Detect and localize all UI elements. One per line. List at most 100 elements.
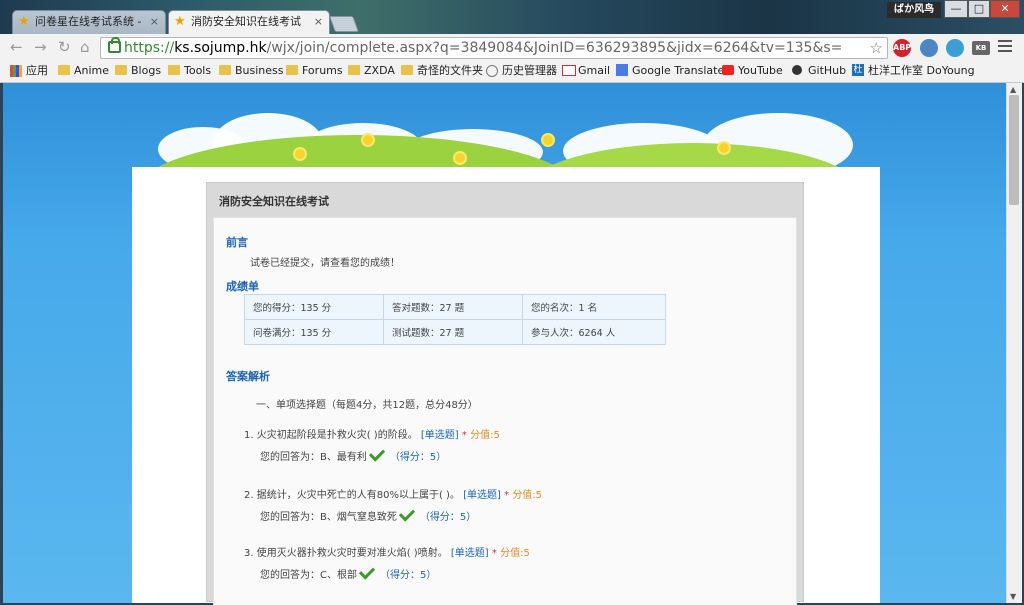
question-type-label: [单选题]: [420, 430, 459, 441]
score-label: （得分：5）: [419, 512, 477, 523]
exam-panel: 消防安全知识在线考试 前言 试卷已经提交，请查看您的成绩！ 成绩单 您的得分：1…: [206, 182, 804, 605]
folder-icon: [168, 65, 180, 75]
part-title: 一、单项选择题（每题4分，共12题，总分48分）: [256, 400, 478, 411]
answer-1: 您的回答为：B、最有利 （得分：5）: [260, 445, 447, 463]
back-button[interactable]: ←: [10, 39, 23, 55]
scroll-up-arrow-icon[interactable]: ▲: [1010, 85, 1016, 94]
score-label: （得分：5）: [379, 570, 437, 581]
address-bar[interactable]: https://ks.sojump.hk/wjx/join/complete.a…: [100, 37, 888, 59]
folder-icon: [115, 65, 127, 75]
tab-fire-safety-exam[interactable]: ★ 消防安全知识在线考试--问卷 ×: [168, 10, 330, 34]
url-text[interactable]: https://ks.sojump.hk/wjx/join/complete.a…: [124, 39, 842, 57]
tab-title: 问卷星在线考试系统 - 免费: [35, 15, 145, 28]
exam-title: 消防安全知识在线考试: [219, 195, 329, 208]
doyoung-icon: 杜: [852, 64, 864, 76]
bookmark-blogs[interactable]: Blogs: [115, 63, 161, 79]
table-row: 问卷满分：135 分 测试题数：27 题 参与人次：6264 人: [244, 319, 666, 345]
correct-check-icon: [368, 445, 386, 462]
bookmark-google-translate[interactable]: Google Translate: [616, 63, 724, 79]
apps-grid-icon: [10, 65, 22, 77]
question-type-label: [单选题]: [450, 548, 489, 559]
minimize-button[interactable]: —: [944, 0, 968, 18]
question-type-label: [单选题]: [463, 490, 501, 501]
question-3: 3. 使用灭火器扑救火灾时要对准火焰( )喷射。 [单选题] * 分值:5: [244, 548, 530, 559]
maximize-button[interactable]: □: [968, 0, 990, 18]
scrollbar-thumb[interactable]: [1009, 95, 1019, 205]
title-bar: ★ 问卷星在线考试系统 - 免费 × ★ 消防安全知识在线考试--问卷 × ばか…: [0, 0, 1024, 34]
score-table: 您的得分：135 分 答对题数：27 题 您的名次：1 名 问卷满分：135 分…: [244, 294, 666, 345]
folder-icon: [401, 65, 413, 75]
scroll-down-arrow-icon[interactable]: ▼: [1010, 592, 1016, 601]
tab-title: 消防安全知识在线考试--问卷: [191, 15, 301, 28]
points-label: 分值:5: [470, 430, 500, 441]
score-cell: 您的得分：135 分: [244, 294, 384, 320]
lock-icon: [108, 37, 121, 53]
result-content: 前言 试卷已经提交，请查看您的成绩！ 成绩单 您的得分：135 分 答对题数：2…: [213, 217, 797, 605]
bookmark-business[interactable]: Business: [219, 63, 284, 79]
globe-extension-icon[interactable]: [920, 39, 938, 57]
flower-decoration: [455, 153, 465, 163]
folder-icon: [219, 65, 231, 75]
close-window-button[interactable]: ✕: [990, 0, 1020, 18]
bookmark-star-icon[interactable]: ☆: [870, 38, 883, 58]
bookmark-anime[interactable]: Anime: [58, 63, 109, 79]
tab-favicon-star-icon: ★: [174, 14, 186, 29]
forward-button[interactable]: →: [34, 39, 47, 55]
question-2: 2. 据统计，火灾中死亡的人有80%以上属于( )。 [单选题] * 分值:5: [244, 490, 543, 501]
correct-check-icon: [358, 563, 376, 580]
history-icon: [486, 65, 498, 77]
points-label: 分值:5: [512, 490, 543, 501]
answer-3: 您的回答为：C、根部 （得分：5）: [260, 563, 437, 581]
browser-window: ★ 问卷星在线考试系统 - 免费 × ★ 消防安全知识在线考试--问卷 × ばか…: [0, 0, 1024, 605]
bookmark-gmail[interactable]: Gmail: [562, 63, 610, 79]
correct-count-cell: 答对题数：27 题: [383, 294, 523, 320]
flower-decoration: [543, 135, 553, 145]
rank-cell: 您的名次：1 名: [522, 294, 666, 320]
bookmarks-bar: 应用 Anime Blogs Tools Business Forums ZXD…: [0, 60, 1024, 83]
preface-heading: 前言: [226, 236, 248, 249]
github-icon: [792, 65, 802, 75]
vertical-scrollbar[interactable]: ▲ ▼: [1006, 83, 1022, 603]
bookmark-doyoung[interactable]: 杜杜洋工作室 DoYoung: [852, 63, 1018, 79]
question-1: 1. 火灾初起阶段是扑救火灾( )的阶段。 [单选题] * 分值:5: [244, 430, 500, 441]
new-tab-button[interactable]: [329, 16, 359, 32]
flower-decoration: [719, 143, 729, 153]
bookmark-zxda[interactable]: ZXDA: [348, 63, 395, 79]
menu-hamburger-icon[interactable]: [998, 40, 1012, 55]
bookmark-history-manager[interactable]: 历史管理器: [486, 63, 557, 79]
gmail-icon: [562, 65, 576, 76]
answer-2: 您的回答为：B、烟气窒息致死 （得分：5）: [260, 505, 477, 523]
adblock-extension-icon[interactable]: ABP: [893, 39, 911, 57]
tab-exam-system[interactable]: ★ 问卷星在线考试系统 - 免费 ×: [12, 10, 166, 34]
folder-icon: [286, 65, 298, 75]
bookmark-weird-folder[interactable]: 奇怪的文件夹: [401, 63, 483, 79]
flower-decoration: [363, 135, 373, 145]
reload-button[interactable]: ↻: [58, 39, 71, 55]
keyboard-extension-icon[interactable]: KB: [972, 41, 990, 55]
bookmark-apps[interactable]: 应用: [10, 63, 48, 79]
snowflake-extension-icon[interactable]: [946, 39, 964, 57]
points-label: 分值:5: [500, 548, 530, 559]
preface-text: 试卷已经提交，请查看您的成绩！: [250, 258, 400, 269]
score-label: （得分：5）: [389, 452, 447, 463]
bookmark-github[interactable]: GitHub: [792, 63, 846, 79]
question-count-cell: 测试题数：27 题: [383, 319, 523, 345]
profile-name-badge[interactable]: ばか风鸟: [887, 2, 941, 18]
home-button[interactable]: ⌂: [80, 39, 90, 55]
full-score-cell: 问卷满分：135 分: [244, 319, 384, 345]
bookmark-forums[interactable]: Forums: [286, 63, 343, 79]
participants-cell: 参与人次：6264 人: [522, 319, 666, 345]
tab-close-icon[interactable]: ×: [314, 11, 323, 33]
folder-icon: [348, 65, 360, 75]
analysis-heading: 答案解析: [226, 370, 270, 383]
tab-close-icon[interactable]: ×: [150, 11, 159, 33]
bookmark-youtube[interactable]: YouTube: [722, 63, 783, 79]
youtube-icon: [722, 65, 734, 75]
bookmark-tools[interactable]: Tools: [168, 63, 211, 79]
table-row: 您的得分：135 分 答对题数：27 题 您的名次：1 名: [244, 294, 666, 320]
report-heading: 成绩单: [226, 280, 259, 293]
tab-favicon-star-icon: ★: [18, 14, 30, 29]
flower-decoration: [295, 149, 305, 159]
folder-icon: [58, 65, 70, 75]
correct-check-icon: [398, 505, 416, 522]
